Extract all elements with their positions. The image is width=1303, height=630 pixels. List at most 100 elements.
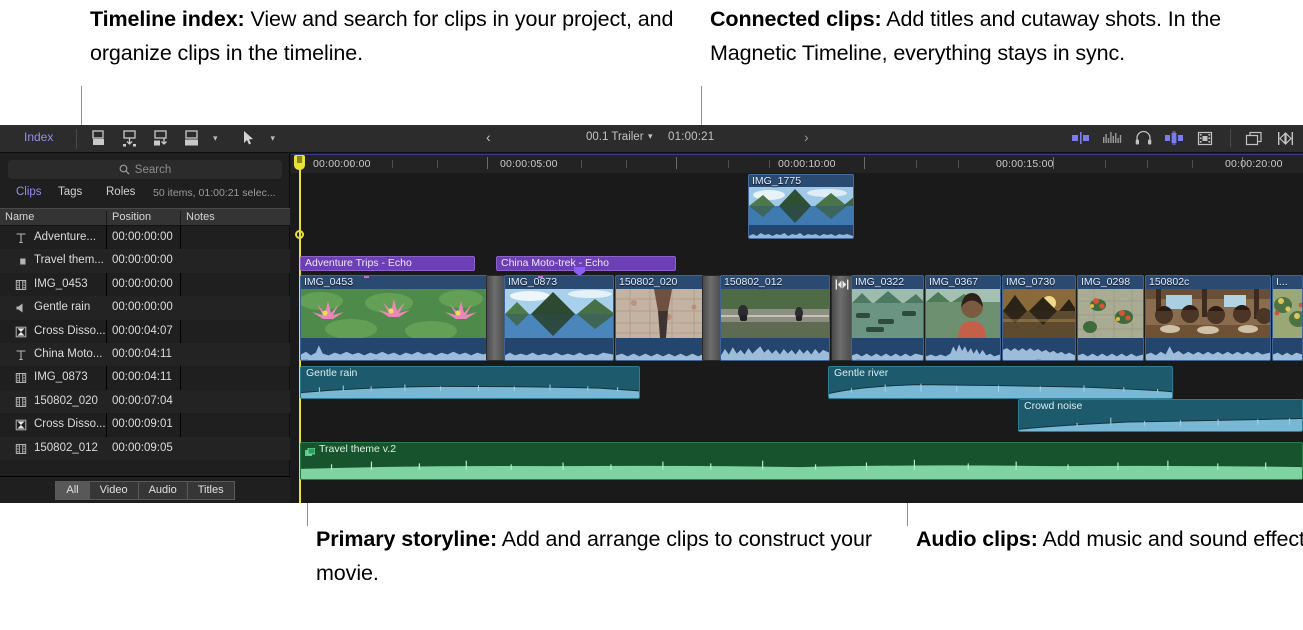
column-header-position[interactable]: Position — [112, 211, 151, 223]
clip-audio-waveform — [829, 381, 1172, 398]
clip-name: China Moto-trek - Echo — [501, 257, 609, 269]
index-button[interactable]: Index — [24, 130, 53, 144]
tab-tags[interactable]: Tags — [58, 186, 82, 198]
headphones-icon[interactable] — [1133, 128, 1153, 148]
chevron-down-icon[interactable]: ▾ — [271, 133, 276, 144]
ruler-label: 00:00:15:00 — [996, 158, 1054, 170]
storyline-clip-img-0453[interactable]: IMG_0453 — [300, 275, 495, 361]
title-clip-china-moto-trek[interactable]: China Moto-trek - Echo — [496, 256, 676, 271]
toolbar-divider — [1230, 129, 1231, 147]
leader-line-timeline-index — [81, 86, 82, 128]
overwrite-clip-icon[interactable] — [181, 128, 201, 148]
window-layout-icon[interactable] — [1244, 128, 1264, 148]
transition-cross-dissolve[interactable] — [486, 275, 505, 361]
audio-clip-crowd-noise[interactable]: Crowd noise — [1018, 399, 1303, 432]
list-item[interactable]: Adventure... 00:00:00:00 — [0, 226, 290, 249]
final-cut-pro-timeline-window: Index ▾ ▾ — [0, 125, 1303, 503]
column-headers: Name Position Notes — [0, 208, 290, 226]
tab-clips[interactable]: Clips — [16, 186, 42, 198]
clip-name: I... — [1276, 276, 1288, 288]
storyline-clip-150802c[interactable]: 150802c — [1145, 275, 1271, 361]
insert-clip-icon[interactable] — [119, 128, 139, 148]
audio-clip-gentle-rain[interactable]: Gentle rain — [300, 366, 640, 399]
storyline-clip-img-0730[interactable]: IMG_0730 — [1002, 275, 1076, 361]
timecode-display[interactable]: 01:00:21 — [668, 131, 714, 143]
storyline-clip-150802-012[interactable]: 150802_012 — [720, 275, 830, 361]
clip-name: 150802_020 — [619, 276, 677, 288]
clip-position: 00:00:04:11 — [112, 371, 172, 383]
tab-roles[interactable]: Roles — [106, 186, 135, 198]
filter-video-button[interactable]: Video — [90, 481, 139, 500]
connection-point-marker — [295, 230, 304, 239]
clip-name: Gentle rain — [34, 301, 90, 313]
filter-all-button[interactable]: All — [55, 481, 89, 500]
edit-buttons-group: ▾ ▾ — [88, 128, 275, 148]
list-item[interactable]: 150802_020 00:00:07:04 — [0, 390, 290, 413]
keyframe-marker — [1036, 359, 1041, 361]
callout-title: Audio clips: — [916, 527, 1038, 551]
project-name-label[interactable]: 00.1 Trailer — [586, 131, 644, 143]
clip-name: Cross Disso... — [34, 325, 106, 337]
clip-height-icon[interactable] — [1195, 128, 1215, 148]
tool-select-icon[interactable] — [239, 128, 259, 148]
clip-name: Travel theme v.2 — [319, 443, 396, 455]
clip-audio-waveform — [1078, 338, 1143, 360]
timeline-canvas[interactable]: 00:00:00:00 00:00:05:00 00:00:10:00 00:0… — [291, 154, 1303, 503]
list-item[interactable]: IMG_0453 00:00:00:00 — [0, 273, 290, 296]
close-timeline-icon[interactable] — [1275, 128, 1295, 148]
primary-storyline[interactable]: IMG_0453 — [291, 275, 1303, 361]
keyframe-marker — [373, 359, 378, 361]
clip-name: IMG_0298 — [1081, 276, 1130, 288]
title-clip-adventure-trips[interactable]: Adventure Trips - Echo — [300, 256, 475, 271]
list-item[interactable]: Cross Disso... 00:00:04:07 — [0, 320, 290, 343]
transition-cross-dissolve[interactable] — [702, 275, 721, 361]
storyline-clip-img-0298[interactable]: IMG_0298 — [1077, 275, 1144, 361]
music-clip-travel-theme[interactable]: Travel theme v.2 — [300, 442, 1303, 480]
playhead-handle[interactable] — [294, 155, 305, 170]
list-item[interactable]: Gentle rain 00:00:00:00 — [0, 296, 290, 319]
chevron-down-icon[interactable]: ▾ — [648, 131, 653, 142]
column-header-notes[interactable]: Notes — [186, 211, 215, 223]
clip-appearance-icon[interactable] — [1071, 128, 1091, 148]
storyline-clip-img-0873[interactable]: IMG_0873 — [504, 275, 614, 361]
list-item[interactable]: Travel them... 00:00:00:00 — [0, 249, 290, 272]
ruler-label: 00:00:20:00 — [1225, 158, 1283, 170]
append-clip-icon[interactable] — [150, 128, 170, 148]
clip-name: IMG_0367 — [929, 276, 978, 288]
clip-audio-waveform — [1019, 414, 1302, 431]
video-icon — [14, 395, 28, 409]
filter-titles-button[interactable]: Titles — [188, 481, 235, 500]
timeline-history-forward-button[interactable]: › — [804, 129, 809, 145]
list-item[interactable]: China Moto... 00:00:04:11 — [0, 343, 290, 366]
storyline-clip-150802-020[interactable]: 150802_020 — [615, 275, 710, 361]
transition-icon — [14, 418, 28, 432]
chevron-down-icon[interactable]: ▾ — [213, 133, 218, 144]
connect-clip-icon[interactable] — [88, 128, 108, 148]
clip-audio-waveform — [926, 338, 1000, 360]
audio-clip-gentle-river[interactable]: Gentle river — [828, 366, 1173, 399]
list-item[interactable]: IMG_0873 00:00:04:11 — [0, 366, 290, 389]
video-icon — [14, 278, 28, 292]
timeline-history-back-button[interactable]: ‹ — [486, 129, 491, 145]
clip-audio-waveform — [505, 338, 613, 360]
connected-clip-img-1775[interactable]: IMG_1775 — [748, 174, 854, 239]
timeline-ruler[interactable]: 00:00:00:00 00:00:05:00 00:00:10:00 00:0… — [291, 155, 1303, 173]
clip-name: IMG_0730 — [1006, 276, 1055, 288]
search-field[interactable]: Search — [8, 160, 282, 179]
filter-audio-button[interactable]: Audio — [139, 481, 188, 500]
column-header-name[interactable]: Name — [5, 211, 34, 223]
storyline-clip-img-0367[interactable]: IMG_0367 — [925, 275, 1001, 361]
clip-list[interactable]: Adventure... 00:00:00:00 Travel them... … — [0, 226, 290, 460]
list-item[interactable]: 150802_012 00:00:09:05 — [0, 437, 290, 460]
clip-position: 00:00:00:00 — [112, 254, 173, 266]
audio-meters-icon[interactable] — [1102, 128, 1122, 148]
list-item[interactable]: Cross Disso... 00:00:09:01 — [0, 413, 290, 436]
storyline-clip-partial[interactable]: I... — [1272, 275, 1303, 361]
clip-audio-waveform — [616, 338, 709, 360]
clip-name: IMG_0322 — [855, 276, 904, 288]
clip-audio-waveform — [301, 338, 494, 360]
storyline-clip-img-0322[interactable]: IMG_0322 — [851, 275, 924, 361]
transition-cross-dissolve[interactable] — [831, 275, 852, 361]
solo-audio-icon[interactable] — [1164, 128, 1184, 148]
clip-thumbnail — [616, 289, 709, 338]
